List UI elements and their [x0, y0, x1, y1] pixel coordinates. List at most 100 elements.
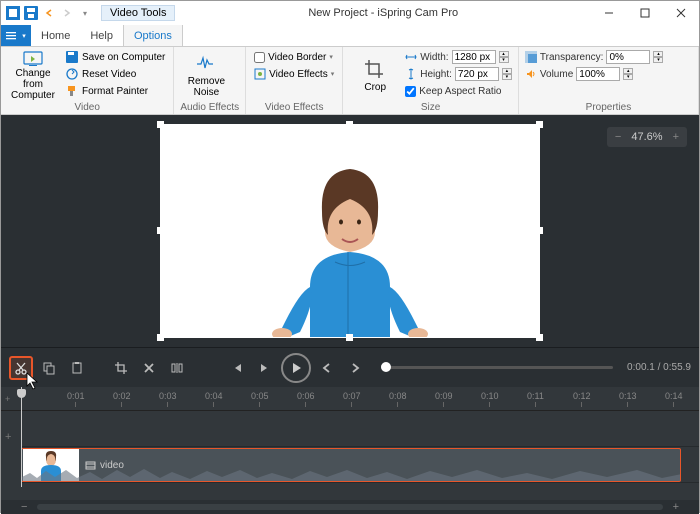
play-button[interactable]: [281, 353, 311, 383]
step-forward-button[interactable]: [343, 356, 367, 380]
playhead[interactable]: [21, 387, 22, 487]
height-label: Height:: [420, 69, 452, 80]
transparency-input[interactable]: 0%: [606, 50, 650, 64]
zoom-in-button[interactable]: +: [673, 131, 679, 143]
context-tab: Video Tools: [101, 5, 175, 21]
transparency-label: Transparency:: [540, 52, 604, 63]
track-row-video[interactable]: video: [21, 447, 699, 483]
video-border-button[interactable]: Video Border▾: [252, 49, 336, 65]
resize-handle[interactable]: [157, 227, 164, 234]
reset-video-button[interactable]: Reset Video: [63, 66, 167, 82]
width-spinner[interactable]: ▴▾: [499, 51, 509, 63]
audio-waveform: [22, 467, 681, 481]
resize-handle[interactable]: [346, 334, 353, 341]
canvas[interactable]: − 47.6% +: [1, 115, 699, 347]
width-label: Width:: [420, 52, 448, 63]
ruler-tick: 0:04: [205, 391, 223, 407]
timeline-scrollbar[interactable]: [37, 504, 662, 510]
ruler-tick: 0:01: [67, 391, 85, 407]
ruler-tick: 0:05: [251, 391, 269, 407]
volume-spinner[interactable]: ▴▾: [623, 68, 633, 80]
height-input[interactable]: 720 px: [455, 67, 499, 81]
height-icon: [405, 68, 417, 80]
delete-button[interactable]: [137, 356, 161, 380]
ruler-tick: 0:03: [159, 391, 177, 407]
zoom-out-button[interactable]: −: [615, 131, 621, 143]
save-icon[interactable]: [23, 5, 39, 21]
video-effects-button[interactable]: Video Effects▾: [252, 66, 336, 82]
split-button[interactable]: [165, 356, 189, 380]
redo-icon[interactable]: [59, 5, 75, 21]
next-frame-button[interactable]: [253, 356, 277, 380]
ruler-tick: 0:14: [665, 391, 683, 407]
width-input[interactable]: 1280 px: [452, 50, 496, 64]
chevron-down-icon: ▾: [329, 53, 333, 61]
group-size-label: Size: [349, 102, 512, 114]
crop-tool-button[interactable]: [109, 356, 133, 380]
add-track-button-2[interactable]: +: [5, 431, 11, 443]
close-button[interactable]: [663, 1, 699, 25]
minimize-button[interactable]: [591, 1, 627, 25]
group-video-effects-label: Video Effects: [252, 102, 336, 114]
transparency-icon: [525, 51, 537, 63]
maximize-button[interactable]: [627, 1, 663, 25]
timeline-ruler[interactable]: + 0:01 0:02 0:03 0:04 0:05 0:06 0:07 0:08 0:09 0:…: [1, 387, 699, 411]
file-menu[interactable]: ▾: [1, 25, 31, 46]
video-border-checkbox[interactable]: [254, 52, 265, 63]
change-from-computer-button[interactable]: Change from Computer: [7, 49, 59, 101]
change-label: Change from Computer: [7, 68, 59, 101]
zoom-value: 47.6%: [631, 131, 662, 143]
height-spinner[interactable]: ▴▾: [502, 68, 512, 80]
volume-label: Volume: [540, 69, 573, 80]
undo-icon[interactable]: [41, 5, 57, 21]
step-back-button[interactable]: [315, 356, 339, 380]
timeline-zoom-in[interactable]: +: [673, 501, 679, 513]
width-icon: [405, 51, 417, 63]
window-title: New Project - iSpring Cam Pro: [175, 7, 591, 19]
progress-thumb[interactable]: [381, 362, 391, 372]
volume-input[interactable]: 100%: [576, 67, 620, 81]
add-track-button[interactable]: +: [5, 394, 10, 404]
group-properties-label: Properties: [525, 102, 692, 114]
group-audio-label: Audio Effects: [180, 102, 239, 114]
progress-bar[interactable]: [381, 366, 613, 369]
ruler-tick: 0:07: [343, 391, 361, 407]
tab-home[interactable]: Home: [31, 25, 80, 46]
keep-aspect-checkbox[interactable]: [405, 86, 416, 97]
remove-noise-button[interactable]: Remove Noise: [180, 49, 232, 101]
ruler-tick: 0:08: [389, 391, 407, 407]
transparency-spinner[interactable]: ▴▾: [653, 51, 663, 63]
resize-handle[interactable]: [536, 121, 543, 128]
save-on-computer-button[interactable]: Save on Computer: [63, 49, 167, 65]
ruler-tick: 0:06: [297, 391, 315, 407]
video-content-person: [230, 137, 470, 337]
volume-icon: [525, 68, 537, 80]
resize-handle[interactable]: [536, 227, 543, 234]
prev-frame-button[interactable]: [225, 356, 249, 380]
ruler-tick: 0:13: [619, 391, 637, 407]
tab-options[interactable]: Options: [123, 25, 183, 46]
ruler-tick: 0:12: [573, 391, 591, 407]
video-frame[interactable]: [160, 124, 540, 338]
resize-handle[interactable]: [157, 334, 164, 341]
resize-handle[interactable]: [346, 121, 353, 128]
resize-handle[interactable]: [157, 121, 164, 128]
video-clip[interactable]: video: [21, 448, 681, 482]
resize-handle[interactable]: [536, 334, 543, 341]
crop-button[interactable]: Crop: [349, 49, 401, 101]
cursor-icon: [25, 371, 41, 391]
chevron-down-icon: ▾: [331, 70, 335, 78]
track-row-empty[interactable]: [21, 411, 699, 447]
tab-help[interactable]: Help: [80, 25, 123, 46]
ruler-tick: 0:10: [481, 391, 499, 407]
qat-dropdown-icon[interactable]: ▾: [77, 5, 93, 21]
app-icon: [5, 5, 21, 21]
timeline-zoom-out[interactable]: −: [21, 501, 27, 513]
time-display: 0:00.1 / 0:55.9: [627, 362, 691, 373]
ruler-tick: 0:02: [113, 391, 131, 407]
paste-button[interactable]: [65, 356, 89, 380]
ruler-tick: 0:11: [527, 391, 544, 407]
ruler-tick: 0:09: [435, 391, 453, 407]
group-video-label: Video: [7, 102, 167, 114]
format-painter-button[interactable]: Format Painter: [63, 83, 167, 99]
